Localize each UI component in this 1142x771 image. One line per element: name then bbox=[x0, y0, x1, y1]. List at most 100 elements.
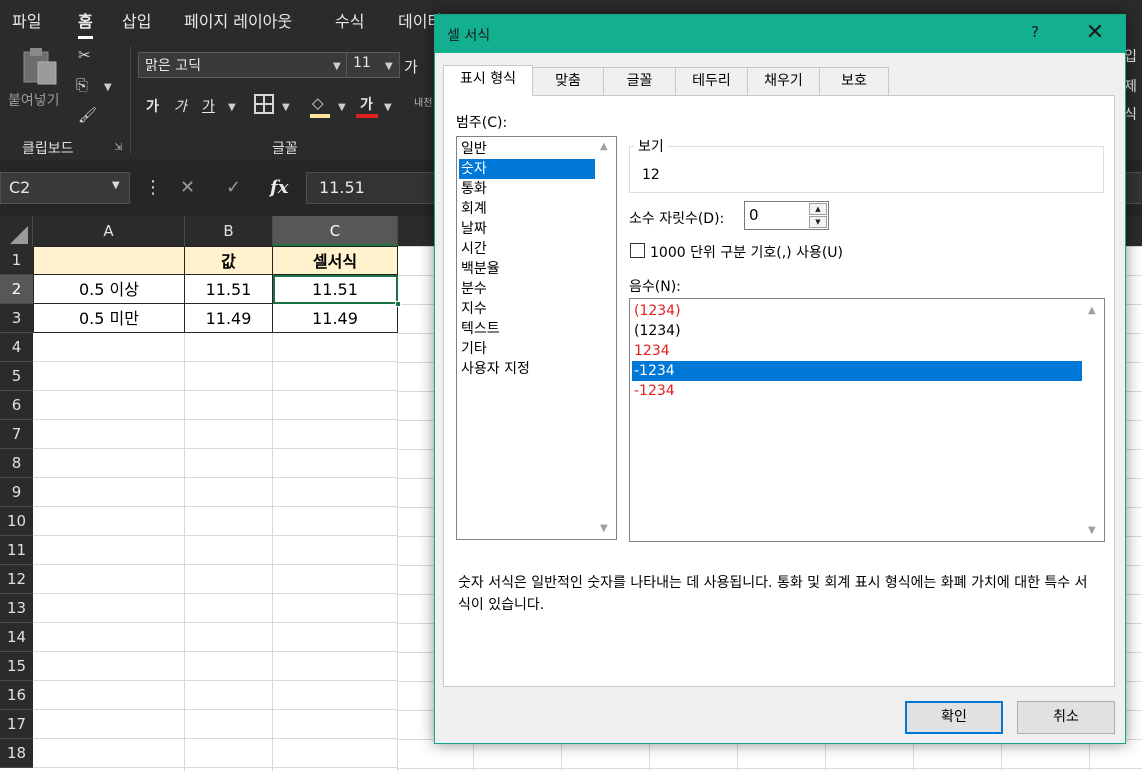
thousands-separator-checkbox[interactable] bbox=[630, 243, 645, 258]
row-header[interactable]: 11 bbox=[0, 536, 33, 565]
row-header[interactable]: 5 bbox=[0, 362, 33, 391]
category-item[interactable]: 통화 bbox=[459, 179, 595, 199]
row-header[interactable]: 16 bbox=[0, 681, 33, 710]
spin-down-icon[interactable]: ▼ bbox=[809, 216, 827, 228]
cell-c2[interactable]: 11.51 bbox=[273, 275, 398, 304]
column-header-b[interactable]: B bbox=[185, 216, 273, 246]
scroll-down-icon[interactable]: ▼ bbox=[600, 523, 608, 534]
chevron-down-icon[interactable]: ▼ bbox=[112, 180, 120, 191]
category-item[interactable]: 회계 bbox=[459, 199, 595, 219]
help-button[interactable]: ? bbox=[1025, 23, 1045, 45]
decimal-places-spinner[interactable]: 0 ▲ ▼ bbox=[744, 201, 829, 230]
negative-option[interactable]: (1234) bbox=[632, 301, 1082, 321]
negative-numbers-list[interactable]: ▲ ▼ (1234) (1234) 1234 -1234 -1234 bbox=[629, 298, 1105, 542]
negative-option[interactable]: -1234 bbox=[632, 361, 1082, 381]
italic-button[interactable]: 가 bbox=[174, 96, 187, 116]
font-color-button[interactable]: 가 bbox=[360, 94, 373, 114]
row-header[interactable]: 6 bbox=[0, 391, 33, 420]
format-painter-icon[interactable]: 🖌 bbox=[78, 106, 97, 124]
insert-function-icon[interactable]: fx bbox=[270, 177, 288, 198]
paste-button[interactable]: 붙여넣기 bbox=[6, 44, 72, 114]
category-item[interactable]: 날짜 bbox=[459, 219, 595, 239]
name-box[interactable]: C2 bbox=[0, 172, 130, 204]
cell-c1[interactable]: 셀서식 bbox=[273, 246, 398, 275]
category-item[interactable]: 숫자 bbox=[459, 159, 595, 179]
cell-a2[interactable]: 0.5 이상 bbox=[33, 275, 185, 304]
row-header[interactable]: 15 bbox=[0, 652, 33, 681]
tab-alignment[interactable]: 맞춤 bbox=[532, 67, 604, 95]
more-options-icon[interactable]: ⋮ bbox=[144, 177, 162, 198]
border-dropdown-icon[interactable]: ▼ bbox=[282, 102, 290, 113]
cell-a3[interactable]: 0.5 미만 bbox=[33, 304, 185, 333]
cell-b1[interactable]: 값 bbox=[185, 246, 273, 275]
row-header[interactable]: 14 bbox=[0, 623, 33, 652]
cancel-button[interactable]: 취소 bbox=[1017, 701, 1115, 734]
tab-protection[interactable]: 보호 bbox=[819, 67, 889, 95]
category-item[interactable]: 백분율 bbox=[459, 259, 595, 279]
tab-fill[interactable]: 채우기 bbox=[747, 67, 820, 95]
enter-icon[interactable]: ✓ bbox=[226, 177, 241, 198]
scroll-up-icon[interactable]: ▲ bbox=[600, 141, 608, 152]
row-header[interactable]: 18 bbox=[0, 739, 33, 768]
row-header[interactable]: 9 bbox=[0, 478, 33, 507]
copy-dropdown-icon[interactable]: ▼ bbox=[104, 82, 112, 93]
tab-insert[interactable]: 삽입 bbox=[122, 8, 151, 32]
decimal-places-input[interactable]: 0 bbox=[749, 206, 759, 224]
wrap-text-fragment[interactable]: 내천 bbox=[414, 94, 432, 109]
row-header[interactable]: 8 bbox=[0, 449, 33, 478]
fill-handle[interactable] bbox=[395, 301, 401, 307]
tab-border[interactable]: 테두리 bbox=[675, 67, 748, 95]
column-header-c[interactable]: C bbox=[273, 216, 398, 246]
row-header[interactable]: 1 bbox=[0, 246, 33, 275]
dialog-title-bar[interactable]: 셀 서식 ? ✕ bbox=[435, 15, 1125, 53]
ok-button[interactable]: 확인 bbox=[905, 701, 1003, 734]
row-header[interactable]: 2 bbox=[0, 275, 33, 304]
select-all-button[interactable] bbox=[0, 216, 33, 246]
cell-a1[interactable] bbox=[33, 246, 185, 275]
category-item[interactable]: 시간 bbox=[459, 239, 595, 259]
category-item[interactable]: 지수 bbox=[459, 299, 595, 319]
tab-font[interactable]: 글꼴 bbox=[603, 67, 676, 95]
copy-icon[interactable]: ⎘ bbox=[76, 76, 88, 94]
row-header[interactable]: 7 bbox=[0, 420, 33, 449]
category-item[interactable]: 사용자 지정 bbox=[459, 359, 595, 379]
grow-font-button[interactable]: 가 bbox=[404, 56, 418, 77]
category-item[interactable]: 텍스트 bbox=[459, 319, 595, 339]
row-header[interactable]: 10 bbox=[0, 507, 33, 536]
font-family-select[interactable]: 맑은 고딕 ▼ bbox=[138, 52, 348, 78]
spin-up-icon[interactable]: ▲ bbox=[809, 203, 827, 215]
negative-option[interactable]: 1234 bbox=[632, 341, 1082, 361]
tab-home[interactable]: 홈 bbox=[78, 8, 93, 39]
cell-b2[interactable]: 11.51 bbox=[185, 275, 273, 304]
tab-number[interactable]: 표시 형식 bbox=[443, 65, 533, 96]
category-list[interactable]: ▲ ▼ 일반 숫자 통화 회계 날짜 시간 백분율 분수 지수 텍스트 기타 사용자 지정 bbox=[456, 136, 617, 540]
category-item[interactable]: 기타 bbox=[459, 339, 595, 359]
row-header[interactable]: 12 bbox=[0, 565, 33, 594]
border-icon[interactable] bbox=[254, 94, 274, 114]
tab-page-layout[interactable]: 페이지 레이아웃 bbox=[184, 8, 292, 32]
tab-file[interactable]: 파일 bbox=[12, 8, 41, 32]
tab-formulas[interactable]: 수식 bbox=[335, 8, 364, 32]
scroll-up-icon[interactable]: ▲ bbox=[1088, 305, 1096, 316]
column-header-a[interactable]: A bbox=[33, 216, 185, 246]
cut-icon[interactable]: ✂ bbox=[78, 46, 91, 64]
fill-dropdown-icon[interactable]: ▼ bbox=[338, 102, 346, 113]
scroll-down-icon[interactable]: ▼ bbox=[1088, 525, 1096, 536]
font-size-select[interactable]: 11 ▼ bbox=[346, 52, 400, 78]
category-item[interactable]: 분수 bbox=[459, 279, 595, 299]
clipboard-launcher-icon[interactable]: ⇲ bbox=[114, 142, 122, 153]
cell-c3[interactable]: 11.49 bbox=[273, 304, 398, 333]
close-button[interactable]: ✕ bbox=[1081, 19, 1109, 47]
fill-color-icon[interactable]: ◇ bbox=[312, 94, 324, 112]
bold-button[interactable]: 가 bbox=[146, 96, 159, 116]
row-header[interactable]: 13 bbox=[0, 594, 33, 623]
underline-button[interactable]: 가 bbox=[202, 96, 215, 116]
negative-option[interactable]: -1234 bbox=[632, 381, 1082, 401]
category-item[interactable]: 일반 bbox=[459, 139, 595, 159]
font-color-dropdown-icon[interactable]: ▼ bbox=[384, 102, 392, 113]
row-header[interactable]: 3 bbox=[0, 304, 33, 333]
row-header[interactable]: 4 bbox=[0, 333, 33, 362]
underline-dropdown-icon[interactable]: ▼ bbox=[228, 102, 236, 113]
cancel-icon[interactable]: ✕ bbox=[180, 177, 195, 198]
cell-b3[interactable]: 11.49 bbox=[185, 304, 273, 333]
